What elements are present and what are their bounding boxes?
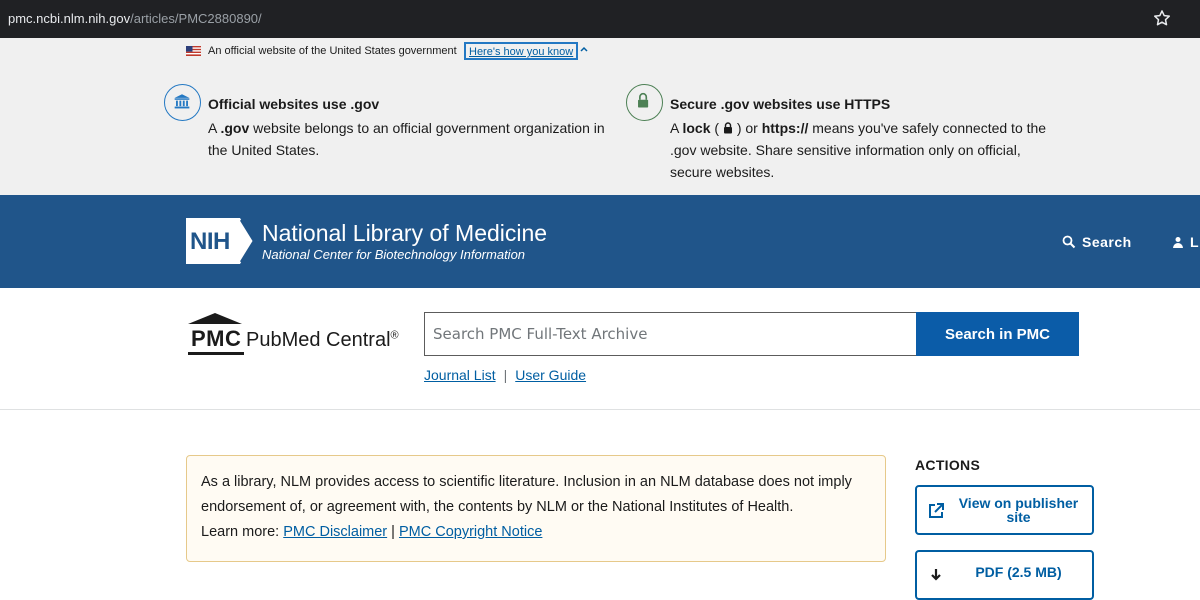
secure-https-title: Secure .gov websites use HTTPS — [670, 96, 891, 112]
desc-b: ( — [710, 120, 723, 136]
desc-c: ) or — [732, 120, 762, 136]
official-site-text: An official website of the United States… — [208, 45, 457, 57]
pdf-label: PDF (2.5 MB) — [975, 564, 1062, 580]
header-login-label: L — [1190, 234, 1199, 250]
government-building-icon — [164, 84, 201, 121]
star-icon[interactable] — [1152, 8, 1172, 28]
header-search-label: Search — [1082, 234, 1132, 250]
pdf-download-button[interactable]: PDF (2.5 MB) — [915, 550, 1094, 600]
small-lock-icon — [723, 122, 732, 134]
desc-suffix: website belongs to an official governmen… — [208, 120, 605, 158]
search-icon — [1062, 235, 1076, 249]
view-publisher-label: View on publisher site — [958, 495, 1079, 525]
journal-list-link[interactable]: Journal List — [424, 367, 496, 383]
desc-gov-bold: .gov — [220, 120, 250, 136]
official-gov-description: A .gov website belongs to an official go… — [208, 117, 608, 161]
url-path: /articles/PMC2880890/ — [130, 11, 262, 26]
pmc-links: Journal List | User Guide — [424, 367, 586, 383]
search-in-pmc-button[interactable]: Search in PMC — [916, 312, 1079, 356]
desc-a: A — [670, 120, 683, 136]
nih-logo-text: NIH — [190, 228, 230, 255]
heres-how-you-know-button[interactable]: Here's how you know — [464, 42, 579, 60]
user-guide-link[interactable]: User Guide — [515, 367, 586, 383]
nlm-title[interactable]: National Library of Medicine — [262, 220, 547, 247]
nlm-header: NIH National Library of Medicine Nationa… — [0, 195, 1200, 288]
user-icon — [1173, 237, 1183, 248]
nlm-subtitle: National Center for Biotechnology Inform… — [262, 247, 526, 262]
external-link-icon — [929, 503, 944, 518]
learn-more-label: Learn more: — [201, 524, 284, 540]
pmc-name-text: PubMed Central — [246, 329, 391, 351]
nlm-disclaimer-box: As a library, NLM provides access to sci… — [186, 455, 886, 562]
pmc-logo-text: PMC — [191, 326, 242, 351]
us-flag-icon — [186, 46, 201, 56]
chevron-up-icon[interactable] — [580, 46, 588, 52]
pmc-disclaimer-link[interactable]: PMC Disclaimer — [283, 524, 387, 540]
pubmed-central-name: PubMed Central® — [246, 329, 399, 352]
pmc-copyright-notice-link[interactable]: PMC Copyright Notice — [399, 524, 542, 540]
desc-prefix: A — [208, 120, 221, 136]
desc-https-bold: https:// — [761, 120, 809, 136]
disclaimer-text: As a library, NLM provides access to sci… — [201, 474, 852, 515]
view-on-publisher-site-button[interactable]: View on publisher site — [915, 485, 1094, 535]
header-login-button[interactable]: L — [1172, 233, 1199, 251]
disclaimer-separator: | — [387, 524, 399, 540]
header-search-button[interactable]: Search — [1062, 233, 1132, 251]
actions-heading: ACTIONS — [915, 457, 981, 473]
section-divider — [0, 409, 1200, 410]
registered-mark: ® — [390, 329, 399, 342]
browser-address-bar[interactable]: pmc.ncbi.nlm.nih.gov/articles/PMC2880890… — [0, 0, 1200, 38]
secure-https-description: A lock ( ) or https:// means you've safe… — [670, 117, 1055, 183]
url-host: pmc.ncbi.nlm.nih.gov — [8, 11, 131, 26]
desc-lock-bold: lock — [682, 120, 711, 136]
pmc-search-input[interactable] — [424, 312, 916, 356]
download-icon — [931, 569, 941, 581]
lock-icon — [626, 84, 663, 121]
url-text[interactable]: pmc.ncbi.nlm.nih.gov/articles/PMC2880890… — [8, 11, 262, 26]
official-gov-title: Official websites use .gov — [208, 96, 380, 112]
link-separator: | — [503, 367, 508, 383]
gov-banner: An official website of the United States… — [0, 38, 1200, 195]
